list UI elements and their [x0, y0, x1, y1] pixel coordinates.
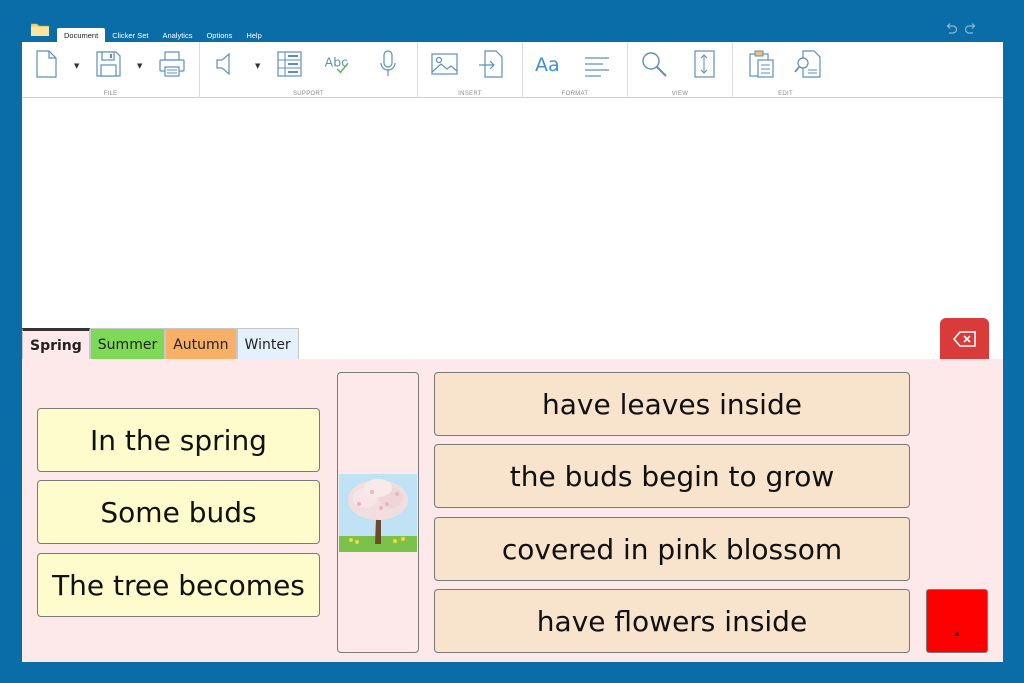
document-editor[interactable]: [22, 98, 1003, 328]
magnifier-icon: [642, 52, 667, 77]
word-cell-covered-in-pink-blossom[interactable]: covered in pink blossom: [434, 517, 910, 581]
menu-tab-document[interactable]: Document: [57, 28, 106, 42]
spell-check-icon: Abc: [325, 55, 349, 74]
undo-redo: [944, 22, 978, 36]
paragraph-align-button[interactable]: [581, 47, 613, 81]
clipboard-icon: [749, 50, 774, 78]
menu-tab-options[interactable]: Options: [199, 28, 239, 42]
new-dropdown-chevron-icon[interactable]: ▼: [74, 62, 82, 70]
find-document-icon: [794, 50, 821, 78]
word-cell-the-tree-becomes[interactable]: The tree becomes: [37, 553, 320, 617]
page-size-icon: [694, 50, 715, 78]
clicker-grid: In the spring Some buds The tree becomes…: [22, 359, 1003, 662]
word-cell-some-buds[interactable]: Some buds: [37, 480, 320, 544]
insert-picture-button[interactable]: [428, 47, 460, 81]
undo-icon[interactable]: [944, 22, 958, 36]
ribbon-group-label-view: VIEW: [671, 91, 689, 97]
microphone-icon: [380, 50, 396, 76]
tab-winter[interactable]: Winter: [236, 328, 299, 360]
folder-icon[interactable]: [31, 22, 49, 36]
align-left-icon: [585, 57, 609, 77]
insert-file-icon: [479, 50, 503, 78]
save-disk-icon: [96, 51, 121, 77]
numbered-list-icon: [277, 51, 302, 77]
redo-icon[interactable]: [964, 22, 978, 36]
tab-summer[interactable]: Summer: [89, 328, 166, 360]
full-stop-button[interactable]: .: [926, 589, 988, 653]
ribbon-group-label-edit: EDIT: [778, 91, 793, 97]
printer-icon: [159, 51, 185, 77]
ribbon-group-label-file: FILE: [103, 91, 118, 97]
page-size-button[interactable]: [688, 47, 720, 81]
ribbon-group-label-support: SUPPORT: [293, 91, 324, 97]
dictation-button[interactable]: [372, 47, 404, 81]
backspace-icon: [952, 330, 976, 347]
backspace-button[interactable]: [940, 318, 989, 359]
word-cell-in-the-spring[interactable]: In the spring: [37, 408, 320, 472]
full-stop-label: .: [952, 609, 962, 643]
word-cell-the-buds-begin-to-grow[interactable]: the buds begin to grow: [434, 444, 910, 508]
word-predictor-button[interactable]: [273, 47, 305, 81]
ribbon-group-label-insert: INSERT: [458, 91, 482, 97]
insert-file-button[interactable]: [475, 47, 507, 81]
picture-cell[interactable]: [337, 372, 419, 653]
find-replace-button[interactable]: [792, 47, 824, 81]
font-button[interactable]: Aa: [533, 47, 565, 81]
print-button[interactable]: [156, 47, 188, 81]
save-button[interactable]: [92, 47, 124, 81]
ribbon-group-view: VIEW: [628, 42, 733, 98]
word-cell-have-flowers-inside[interactable]: have flowers inside: [434, 589, 910, 653]
new-document-icon: [36, 50, 57, 78]
zoom-button[interactable]: [638, 47, 670, 81]
spell-check-button[interactable]: Abc: [320, 47, 356, 81]
tab-spring[interactable]: Spring: [22, 328, 90, 360]
ribbon-group-file: ▼ ▼ FILE: [22, 42, 200, 98]
speech-button[interactable]: [210, 47, 242, 81]
paste-button[interactable]: [745, 47, 777, 81]
menu-tabs: Document Clicker Set Analytics Options H…: [57, 28, 269, 42]
speaker-icon: [216, 52, 230, 76]
menu-tab-analytics[interactable]: Analytics: [155, 28, 199, 42]
word-cell-have-leaves-inside[interactable]: have leaves inside: [434, 372, 910, 436]
ribbon-group-format: Aa FORMAT: [523, 42, 628, 98]
menu-tab-help[interactable]: Help: [239, 28, 268, 42]
clicker-set-tabs: Spring Summer Autumn Winter: [22, 328, 299, 360]
font-icon: Aa: [535, 54, 560, 76]
tab-autumn[interactable]: Autumn: [165, 328, 237, 360]
speech-dropdown-chevron-icon[interactable]: ▼: [255, 62, 263, 70]
blossom-tree-image: [339, 473, 417, 552]
new-document-button[interactable]: [30, 47, 62, 81]
ribbon-group-support: ▼ Abc SUPPORT: [200, 42, 418, 98]
menu-tab-clicker-set[interactable]: Clicker Set: [105, 28, 155, 42]
save-dropdown-chevron-icon[interactable]: ▼: [137, 62, 145, 70]
ribbon-group-label-format: FORMAT: [561, 91, 589, 97]
picture-icon: [431, 53, 458, 75]
ribbon-group-edit: EDIT: [733, 42, 838, 98]
svg-text:Aa: Aa: [535, 54, 560, 76]
ribbon-group-insert: INSERT: [418, 42, 523, 98]
ribbon-toolbar: ▼ ▼ FILE ▼ Abc SUPPORT INSERT Aa FORMAT …: [22, 42, 1003, 98]
